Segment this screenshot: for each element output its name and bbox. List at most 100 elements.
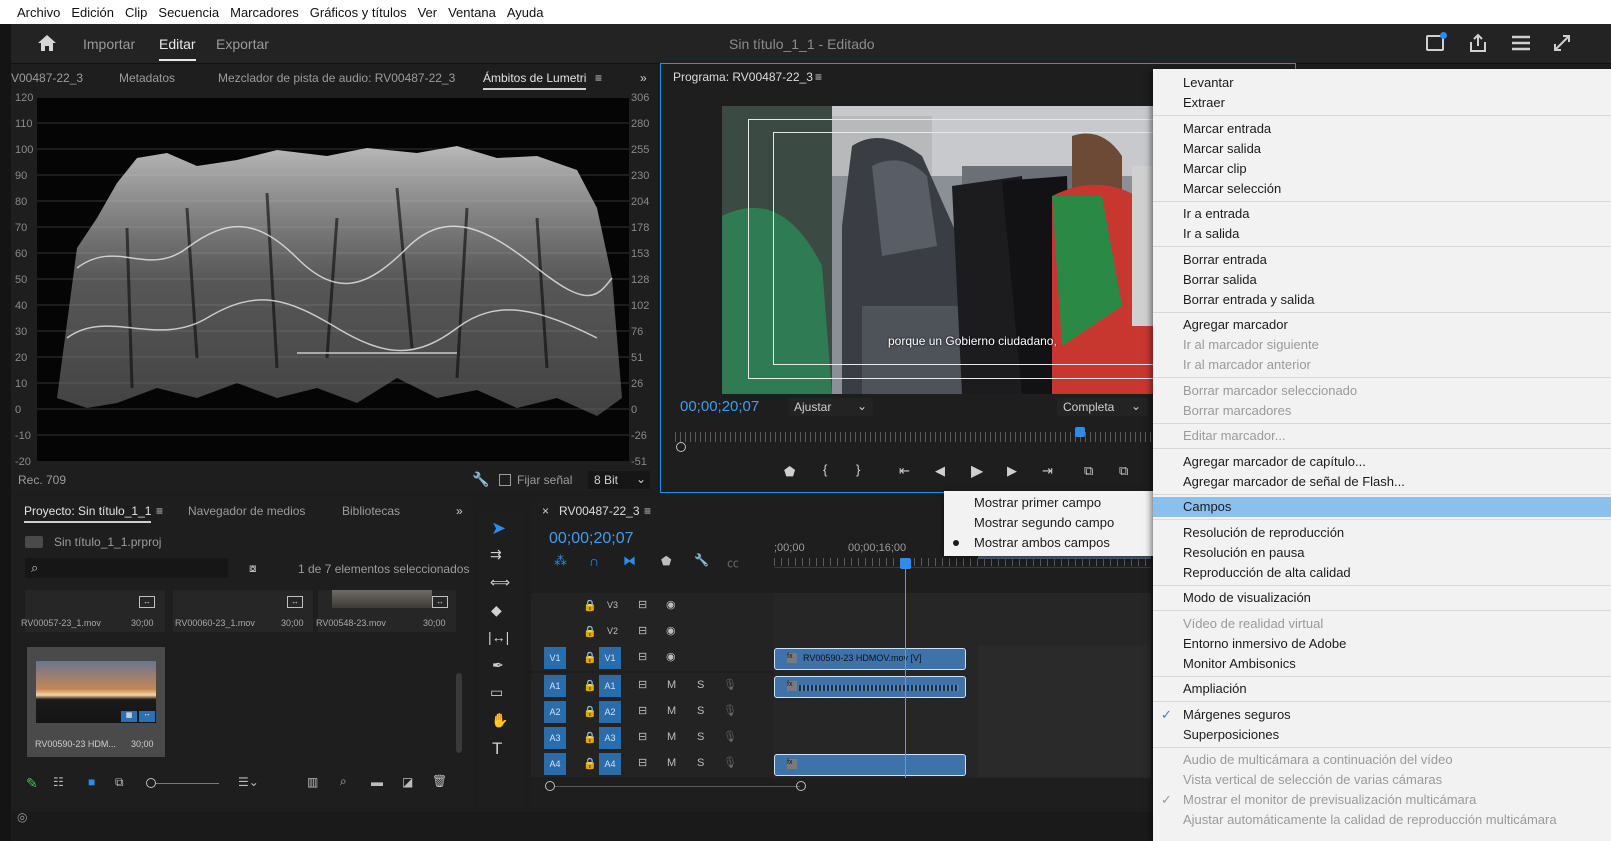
step-back-icon[interactable]: ◀ — [935, 463, 945, 479]
track-select-tool-icon[interactable]: ⇉ — [490, 546, 502, 563]
timeline-scroll-bar[interactable] — [555, 786, 800, 787]
project-scrollbar[interactable] — [456, 673, 462, 753]
snap-icon[interactable]: ∩ — [589, 553, 599, 569]
automate-icon[interactable]: ▥ — [307, 775, 318, 789]
list-view-icon[interactable]: ☷ — [53, 775, 64, 789]
submenu-item[interactable]: Mostrar segundo campo — [944, 513, 1155, 533]
workspaces-menu-icon[interactable] — [1511, 34, 1531, 55]
context-menu-item[interactable]: Monitor Ambisonics — [1153, 654, 1611, 674]
tab-lumetri-scopes[interactable]: Ámbitos de Lumetri — [483, 71, 587, 90]
clamp-signal-checkbox[interactable] — [499, 474, 511, 486]
solo-button[interactable]: S — [697, 705, 704, 717]
add-marker-icon[interactable]: ⬟ — [784, 464, 795, 480]
lock-icon[interactable]: 🔒 — [583, 731, 597, 744]
mute-button[interactable]: M — [667, 731, 676, 743]
context-menu-item[interactable]: Campos — [1153, 497, 1611, 517]
context-menu-item[interactable]: Resolución de reproducción — [1153, 523, 1611, 543]
lock-icon[interactable]: 🔒 — [583, 679, 597, 692]
menu-graficos[interactable]: Gráficos y títulos — [310, 5, 407, 20]
eye-icon[interactable]: ◉ — [666, 598, 676, 611]
menu-edicion[interactable]: Edición — [71, 5, 114, 20]
workspace-export[interactable]: Exportar — [216, 36, 269, 52]
freeform-view-icon[interactable]: ⧉ — [115, 775, 124, 790]
program-title[interactable]: Programa: RV00487-22_3 — [673, 70, 813, 84]
slip-tool-icon[interactable]: |↔| — [488, 629, 509, 645]
panel-menu-icon[interactable]: ≡ — [595, 71, 602, 85]
timeline-timecode[interactable]: 00;00;20;07 — [549, 530, 634, 548]
context-menu-item[interactable]: Borrar entrada — [1153, 250, 1611, 270]
context-menu-item[interactable]: Entorno inmersivo de Adobe — [1153, 634, 1611, 654]
context-menu-item[interactable]: Agregar marcador de capítulo... — [1153, 452, 1611, 472]
rectangle-tool-icon[interactable]: ▭ — [490, 684, 503, 701]
program-menu-icon[interactable]: ≡ — [815, 70, 822, 84]
context-menu-item[interactable]: Ampliación — [1153, 679, 1611, 699]
search-input[interactable]: ⌕ — [25, 558, 228, 578]
eye-icon[interactable]: ◉ — [666, 624, 676, 637]
microphone-icon[interactable]: 🎙 — [723, 678, 737, 691]
tab-source[interactable]: V00487-22_3 — [11, 71, 83, 85]
captions-icon[interactable]: ㏄ — [727, 554, 739, 571]
clip-a1[interactable]: fx — [774, 676, 966, 698]
list-item[interactable]: ↔ RV00057-23_1.mov 30;00 — [21, 590, 165, 632]
mute-button[interactable]: M — [667, 679, 676, 691]
menu-secuencia[interactable]: Secuencia — [158, 5, 219, 20]
go-to-out-icon[interactable]: ⇥ — [1042, 463, 1053, 479]
lift-icon[interactable]: ⧉ — [1084, 463, 1093, 479]
hand-tool-icon[interactable]: ✋ — [491, 712, 508, 729]
mark-in-icon[interactable]: { — [823, 462, 827, 477]
source-patch-a4[interactable]: A4 — [544, 753, 566, 775]
lock-icon[interactable]: 🔒 — [583, 705, 597, 718]
track-label[interactable]: A1 — [599, 675, 621, 697]
lock-icon[interactable]: 🔒 — [583, 625, 597, 638]
menu-clip[interactable]: Clip — [125, 5, 147, 20]
workspace-import[interactable]: Importar — [83, 36, 135, 52]
overflow-icon[interactable]: » — [640, 71, 647, 85]
timeline-playhead[interactable] — [905, 558, 906, 778]
context-menu-item[interactable]: Borrar entrada y salida — [1153, 290, 1611, 310]
go-to-in-icon[interactable]: ⇤ — [899, 463, 910, 479]
timeline-settings-icon[interactable]: 🔧 — [694, 553, 709, 567]
source-patch-v1[interactable]: V1 — [544, 647, 566, 669]
razor-tool-icon[interactable]: ◆ — [491, 602, 502, 619]
sync-lock-icon[interactable]: ⊟ — [638, 678, 647, 691]
bit-depth-dropdown[interactable]: 8 Bit ⌄ — [588, 471, 650, 489]
lock-icon[interactable]: 🔒 — [583, 757, 597, 770]
sync-lock-icon[interactable]: ⊟ — [638, 730, 647, 743]
new-bin-from-search-icon[interactable]: ⧇ — [249, 561, 257, 576]
workspace-edit[interactable]: Editar — [159, 36, 196, 61]
context-menu-item[interactable]: Reproducción de alta calidad — [1153, 563, 1611, 583]
program-playhead[interactable] — [1075, 427, 1085, 437]
fullscreen-icon[interactable] — [1553, 34, 1571, 55]
program-timecode[interactable]: 00;00;20;07 — [680, 398, 759, 415]
sync-lock-icon[interactable]: ⊟ — [638, 624, 647, 637]
quick-export-icon[interactable] — [1426, 32, 1447, 51]
pen-tool-icon[interactable]: ✒ — [492, 657, 504, 674]
clip-v1[interactable]: fx RV00590-23 HDMOV.mov [V] — [774, 648, 966, 670]
context-menu-item[interactable]: Ir a salida — [1153, 224, 1611, 244]
zoom-dropdown[interactable]: Ajustar ⌄ — [789, 398, 873, 416]
mute-button[interactable]: M — [667, 705, 676, 717]
clip-a4[interactable]: fx — [774, 754, 966, 776]
context-menu-item[interactable]: Superposiciones — [1153, 725, 1611, 745]
lock-icon[interactable]: 🔒 — [583, 651, 597, 664]
context-menu-item[interactable]: Agregar marcador — [1153, 315, 1611, 335]
context-menu-item[interactable]: Extraer — [1153, 93, 1611, 113]
timeline-scroll-start[interactable] — [545, 781, 555, 791]
solo-button[interactable]: S — [697, 757, 704, 769]
microphone-icon[interactable]: 🎙 — [723, 756, 737, 769]
add-marker-icon[interactable]: ⬟ — [661, 554, 671, 568]
sync-lock-icon[interactable]: ⊟ — [638, 704, 647, 717]
context-menu-item[interactable]: Borrar salida — [1153, 270, 1611, 290]
microphone-icon[interactable]: 🎙 — [723, 704, 737, 717]
source-patch-a1[interactable]: A1 — [544, 675, 566, 697]
timeline-scroll-end[interactable] — [796, 781, 806, 791]
submenu-item[interactable]: Mostrar primer campo — [944, 493, 1155, 513]
tab-audio-mixer[interactable]: Mezclador de pista de audio: RV00487-22_… — [218, 71, 455, 85]
find-icon[interactable]: ⌕ — [340, 774, 347, 789]
playhead-head[interactable] — [900, 558, 911, 569]
tab-project[interactable]: Proyecto: Sin título_1_1 — [24, 504, 152, 523]
menu-ver[interactable]: Ver — [418, 5, 438, 20]
icon-view-icon[interactable]: ■ — [88, 775, 95, 789]
extract-icon[interactable]: ⧉ — [1119, 463, 1128, 479]
selection-tool-icon[interactable]: ➤ — [491, 518, 506, 539]
